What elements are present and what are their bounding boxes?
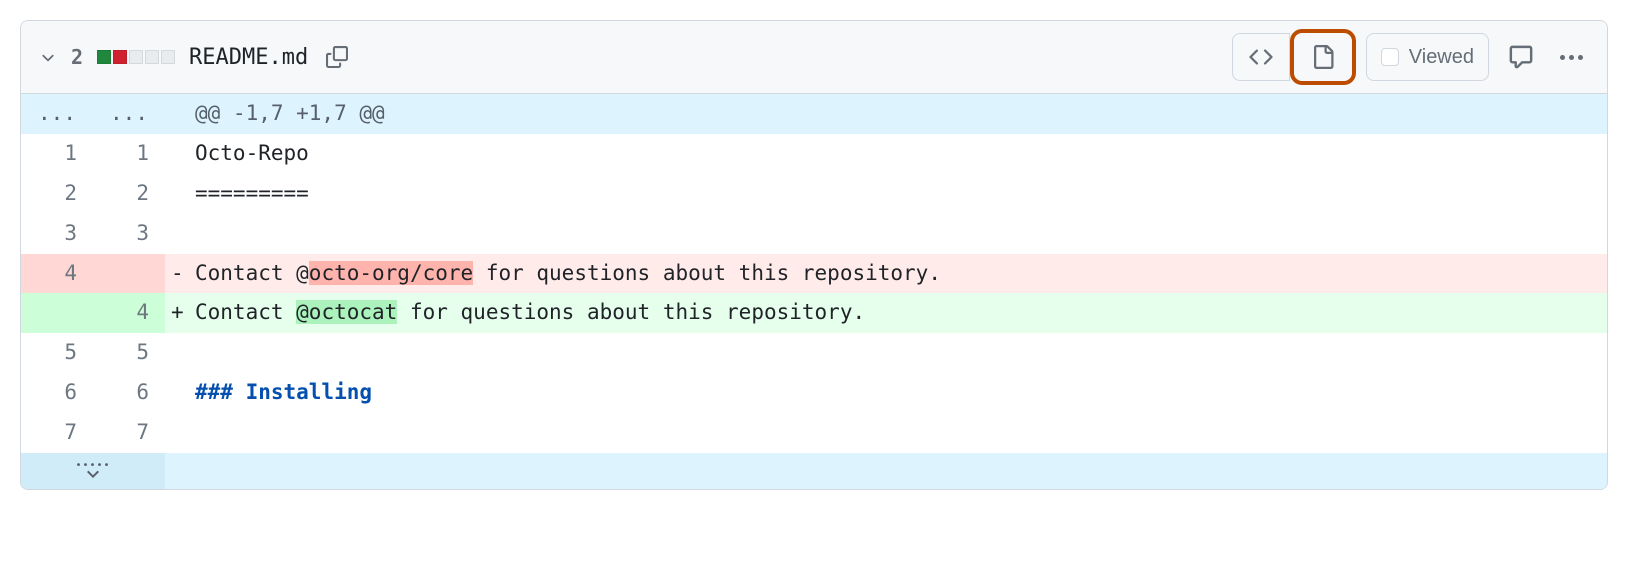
file-icon [1311,45,1335,69]
hunk-expand-new[interactable]: ... [93,94,165,134]
copy-path-button[interactable] [322,42,352,72]
diff-sign [165,373,189,413]
code-content [189,333,1607,373]
line-number-old[interactable]: 4 [21,254,93,294]
line-number-old[interactable]: 5 [21,333,93,373]
diff-line[interactable]: 11 Octo-Repo [21,134,1607,174]
diff-line[interactable]: 77 [21,413,1607,453]
line-number-old[interactable]: 7 [21,413,93,453]
code-content: ========= [189,174,1607,214]
diff-stat-square [161,50,175,64]
code-content: Contact @octo-org/core for questions abo… [189,254,1607,294]
diff-sign: + [165,293,189,333]
diff-file-container: 2 README.md Viewed [20,20,1608,490]
diff-line[interactable]: 33 [21,214,1607,254]
diff-sign [165,413,189,453]
comment-button[interactable] [1503,39,1539,75]
hunk-header-row[interactable]: ... ... @@ -1,7 +1,7 @@ [21,94,1607,134]
diff-sign [165,134,189,174]
diff-table: ... ... @@ -1,7 +1,7 @@ 11 Octo-Repo22 =… [21,94,1607,489]
hunk-expand-old[interactable]: ... [21,94,93,134]
diff-stat-square [129,50,143,64]
line-number-old[interactable]: 1 [21,134,93,174]
file-header: 2 README.md Viewed [21,21,1607,94]
diff-line[interactable]: 55 [21,333,1607,373]
line-number-new[interactable]: 5 [93,333,165,373]
viewed-checkbox[interactable] [1381,48,1399,66]
line-number-new[interactable]: 2 [93,174,165,214]
comment-icon [1508,44,1534,70]
diff-stat [97,50,175,64]
rich-view-highlight [1294,33,1352,81]
code-icon [1249,45,1273,69]
diff-line[interactable]: 66 ### Installing [21,373,1607,413]
copy-icon [326,46,348,68]
expand-row[interactable]: ••••• [21,453,1607,489]
collapse-toggle[interactable] [39,48,57,66]
line-number-old[interactable]: 3 [21,214,93,254]
diff-sign [165,333,189,373]
diff-stat-square [145,50,159,64]
code-content: Contact @octocat for questions about thi… [189,293,1607,333]
line-number-old[interactable] [21,293,93,333]
change-count: 2 [71,45,83,69]
diff-stat-square [97,50,111,64]
line-number-old[interactable]: 6 [21,373,93,413]
diff-line[interactable]: 22 ========= [21,174,1607,214]
code-content [189,214,1607,254]
diff-line[interactable]: 4+Contact @octocat for questions about t… [21,293,1607,333]
more-options-button[interactable] [1553,39,1589,75]
line-number-new[interactable]: 3 [93,214,165,254]
file-header-left: 2 README.md [39,42,352,72]
code-content: Octo-Repo [189,134,1607,174]
kebab-icon [1560,55,1583,60]
line-number-new[interactable] [93,254,165,294]
line-number-old[interactable]: 2 [21,174,93,214]
view-toggle-group [1232,33,1352,81]
code-content [189,413,1607,453]
diff-stat-square [113,50,127,64]
filename[interactable]: README.md [189,45,308,70]
viewed-toggle[interactable]: Viewed [1366,33,1489,81]
line-number-new[interactable]: 1 [93,134,165,174]
expand-down-icon[interactable]: ••••• [21,453,165,489]
diff-sign [165,214,189,254]
code-content: ### Installing [189,373,1607,413]
diff-line[interactable]: 4 -Contact @octo-org/core for questions a… [21,254,1607,294]
file-header-right: Viewed [1232,33,1589,81]
line-number-new[interactable]: 6 [93,373,165,413]
source-view-button[interactable] [1232,33,1290,81]
line-number-new[interactable]: 7 [93,413,165,453]
diff-sign: - [165,254,189,294]
line-number-new[interactable]: 4 [93,293,165,333]
diff-sign [165,174,189,214]
hunk-header-text: @@ -1,7 +1,7 @@ [189,94,1607,134]
viewed-label: Viewed [1409,46,1474,69]
rich-view-button[interactable] [1296,35,1350,79]
